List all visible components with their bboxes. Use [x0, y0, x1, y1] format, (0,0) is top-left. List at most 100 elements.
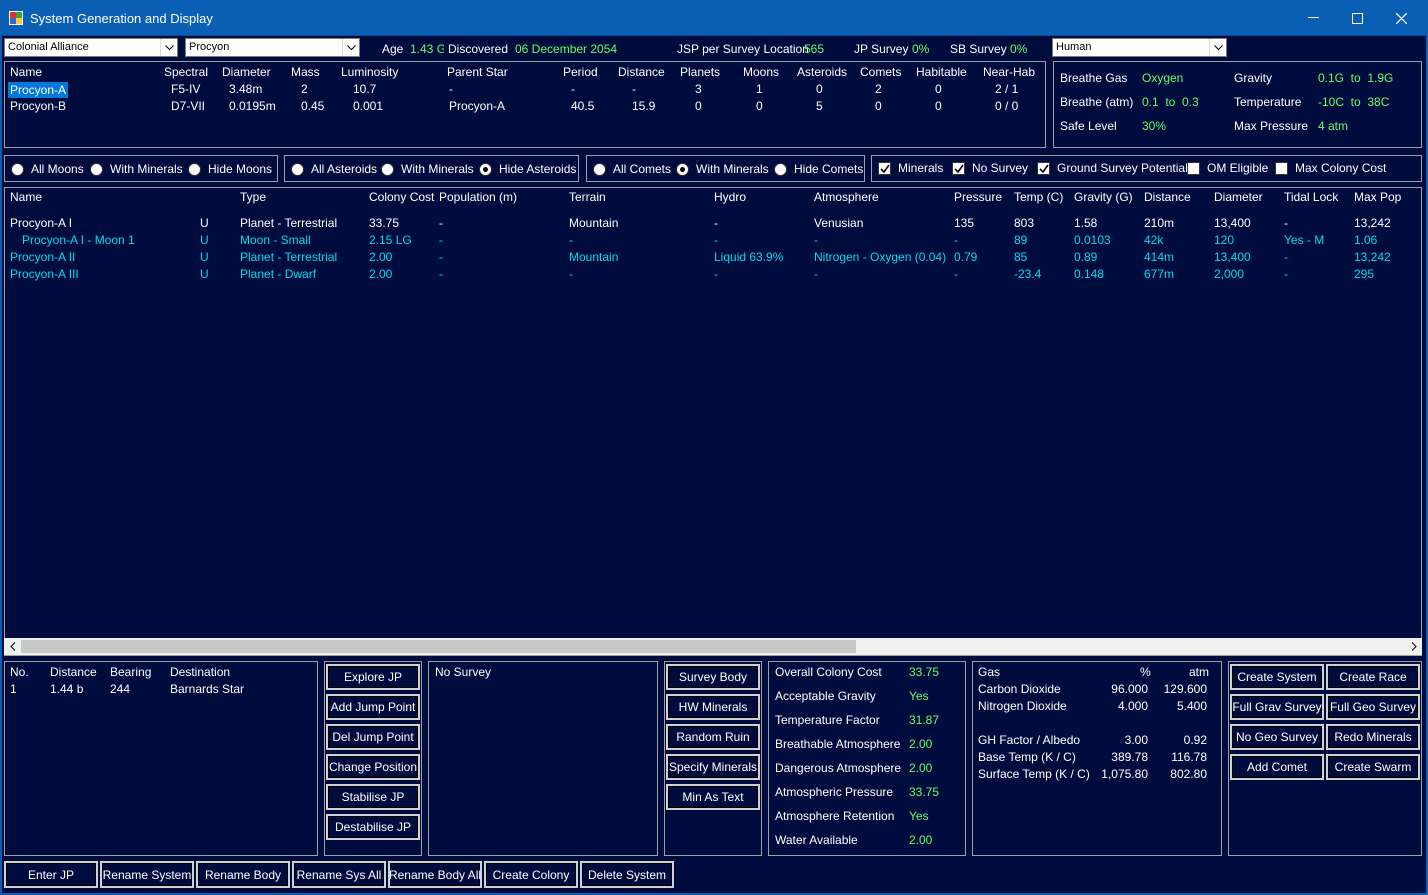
- star-cell: 0.45: [301, 99, 325, 113]
- star-cell: 2 / 1: [995, 82, 1019, 96]
- star-row[interactable]: [6, 81, 1044, 97]
- full-geo-survey-button[interactable]: Full Geo Survey: [1326, 694, 1420, 720]
- random-ruin-button[interactable]: Random Ruin: [666, 724, 760, 750]
- create-colony-button[interactable]: Create Colony: [484, 861, 578, 888]
- create-system-button[interactable]: Create System: [1230, 664, 1324, 690]
- body-terrain: Mountain: [569, 250, 619, 264]
- minimize-icon[interactable]: [1290, 0, 1336, 36]
- create-race-button[interactable]: Create Race: [1326, 664, 1420, 690]
- scroll-left-icon[interactable]: [4, 638, 21, 655]
- check-no-survey[interactable]: No Survey: [952, 161, 1028, 175]
- survey-body-button[interactable]: Survey Body: [666, 664, 760, 690]
- radio-hide-moons[interactable]: Hide Moons: [188, 162, 272, 176]
- star-column-header[interactable]: Luminosity: [341, 65, 398, 79]
- body-cost: 2.15 LG: [369, 233, 412, 247]
- rename-body-button[interactable]: Rename Body: [196, 861, 290, 888]
- body-column-header[interactable]: Hydro: [714, 190, 746, 204]
- check-ground-survey[interactable]: Ground Survey Potential: [1037, 161, 1188, 175]
- radio-moons-with-minerals[interactable]: With Minerals: [90, 162, 183, 176]
- body-row[interactable]: [6, 215, 1420, 231]
- check-max-colony-cost[interactable]: Max Colony Cost: [1275, 161, 1386, 175]
- safe-level-value: 30%: [1142, 119, 1167, 133]
- hw-minerals-button[interactable]: HW Minerals: [666, 694, 760, 720]
- body-column-header[interactable]: Diameter: [1214, 190, 1263, 204]
- star-column-header[interactable]: Comets: [860, 65, 901, 79]
- star-column-header[interactable]: Period: [563, 65, 598, 79]
- jump-column-header: Distance: [50, 665, 97, 679]
- full-grav-survey-button[interactable]: Full Grav Survey: [1230, 694, 1324, 720]
- max-pressure-value: 4 atm: [1318, 119, 1349, 133]
- stabilise-jp-button[interactable]: Stabilise JP: [326, 784, 420, 810]
- star-column-header[interactable]: Near-Hab: [983, 65, 1035, 79]
- body-column-header[interactable]: Type: [240, 190, 266, 204]
- gas-extra-label: Base Temp (K / C): [978, 750, 1076, 764]
- body-grav: 1.58: [1074, 216, 1098, 230]
- delete-system-button[interactable]: Delete System: [580, 861, 674, 888]
- radio-label: Hide Asteroids: [499, 162, 577, 176]
- radio-comets-with-minerals[interactable]: With Minerals: [676, 162, 769, 176]
- gas-atm: 5.400: [1176, 699, 1207, 713]
- star-column-header[interactable]: Habitable: [916, 65, 967, 79]
- star-column-header[interactable]: Mass: [291, 65, 320, 79]
- body-column-header[interactable]: Pressure: [954, 190, 1002, 204]
- body-column-header[interactable]: Max Pop: [1354, 190, 1401, 204]
- body-column-header[interactable]: Colony Cost: [369, 190, 434, 204]
- rename-body-all-button[interactable]: Rename Body All: [388, 861, 482, 888]
- system-select[interactable]: Procyon: [185, 38, 360, 57]
- maximize-icon[interactable]: [1334, 0, 1380, 36]
- star-column-header[interactable]: Distance: [618, 65, 665, 79]
- rename-system-button[interactable]: Rename System: [100, 861, 194, 888]
- checkbox-icon: [1187, 161, 1200, 175]
- star-column-header[interactable]: Name: [10, 65, 42, 79]
- body-row[interactable]: [6, 266, 1420, 282]
- destabilise-jp-button[interactable]: Destabilise JP: [326, 814, 420, 840]
- del-jump-point-button[interactable]: Del Jump Point: [326, 724, 420, 750]
- specify-minerals-button[interactable]: Specify Minerals: [666, 754, 760, 780]
- add-jump-point-button[interactable]: Add Jump Point: [326, 694, 420, 720]
- rename-sys-all-button[interactable]: Rename Sys All: [292, 861, 386, 888]
- body-row[interactable]: [6, 249, 1420, 265]
- explore-jp-button[interactable]: Explore JP: [326, 664, 420, 690]
- body-grav: 0.148: [1074, 267, 1105, 281]
- scroll-right-icon[interactable]: [1405, 638, 1422, 655]
- radio-all-asteroids[interactable]: All Asteroids: [291, 162, 377, 176]
- body-name: Procyon-A I - Moon 1: [22, 233, 135, 247]
- radio-hide-asteroids[interactable]: Hide Asteroids: [479, 162, 576, 176]
- star-column-header[interactable]: Spectral: [164, 65, 208, 79]
- body-column-header[interactable]: Temp (C): [1014, 190, 1063, 204]
- jp-survey-value: 0%: [912, 42, 930, 56]
- star-column-header[interactable]: Moons: [743, 65, 779, 79]
- radio-all-comets[interactable]: All Comets: [593, 162, 671, 176]
- redo-minerals-button[interactable]: Redo Minerals: [1326, 724, 1420, 750]
- radio-asteroids-with-minerals[interactable]: With Minerals: [381, 162, 474, 176]
- body-column-header[interactable]: Atmosphere: [814, 190, 879, 204]
- star-column-header[interactable]: Asteroids: [797, 65, 847, 79]
- radio-hide-comets[interactable]: Hide Comets: [774, 162, 863, 176]
- horizontal-scrollbar[interactable]: [4, 638, 1422, 655]
- close-icon[interactable]: [1378, 0, 1424, 36]
- star-row[interactable]: [6, 98, 1044, 114]
- empire-select[interactable]: Colonial Alliance: [4, 38, 178, 57]
- body-column-header[interactable]: Distance: [1144, 190, 1191, 204]
- radio-all-moons[interactable]: All Moons: [11, 162, 84, 176]
- scroll-thumb[interactable]: [21, 640, 856, 653]
- check-om-eligible[interactable]: OM Eligible: [1187, 161, 1268, 175]
- body-column-header[interactable]: Gravity (G): [1074, 190, 1133, 204]
- race-select[interactable]: Human: [1052, 38, 1227, 57]
- body-column-header[interactable]: Population (m): [439, 190, 517, 204]
- check-minerals[interactable]: Minerals: [878, 161, 943, 175]
- colony-cost-value: Yes: [909, 809, 929, 823]
- star-column-header[interactable]: Planets: [680, 65, 720, 79]
- change-position-button[interactable]: Change Position: [326, 754, 420, 780]
- add-comet-button[interactable]: Add Comet: [1230, 754, 1324, 780]
- star-column-header[interactable]: Diameter: [222, 65, 271, 79]
- create-swarm-button[interactable]: Create Swarm: [1326, 754, 1420, 780]
- body-column-header[interactable]: Terrain: [569, 190, 606, 204]
- star-column-header[interactable]: Parent Star: [447, 65, 508, 79]
- no-geo-survey-button[interactable]: No Geo Survey: [1230, 724, 1324, 750]
- enter-jp-button[interactable]: Enter JP: [4, 861, 98, 888]
- body-column-header[interactable]: Name: [10, 190, 42, 204]
- min-as-text-button[interactable]: Min As Text: [666, 784, 760, 810]
- body-row[interactable]: [6, 232, 1420, 248]
- body-column-header[interactable]: Tidal Lock: [1284, 190, 1338, 204]
